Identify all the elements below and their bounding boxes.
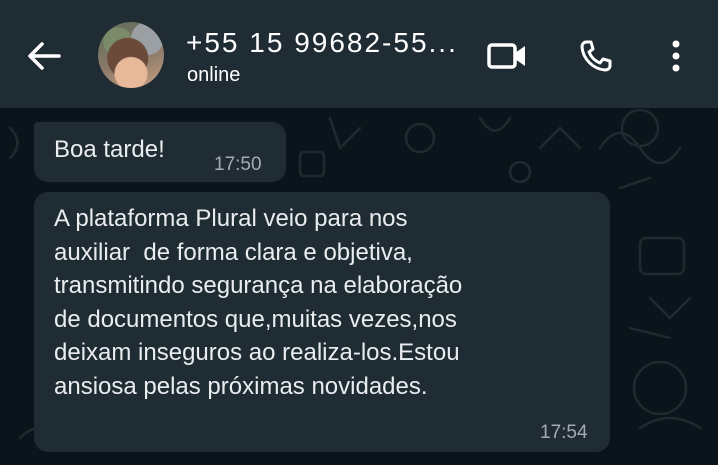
message-text: Boa tarde! [54,136,165,163]
message-bubble[interactable]: Boa tarde! 17:50 [34,122,286,182]
back-button[interactable] [22,34,66,78]
chat-header: +55 15 99682-55... online [0,0,718,108]
arrow-back-icon [28,42,61,70]
contact-avatar[interactable] [98,22,164,88]
contact-status: online [187,64,241,86]
video-call-button[interactable] [485,34,529,78]
more-options-button[interactable] [654,34,698,78]
message-bubble[interactable]: A plataforma Plural veio para nos auxili… [34,192,610,452]
phone-icon [580,40,612,72]
chat-area[interactable]: Boa tarde! 17:50 A plataforma Plural vei… [0,108,718,465]
contact-name[interactable]: +55 15 99682-55... [186,27,454,59]
voice-call-button[interactable] [574,34,618,78]
message-text: A plataforma Plural veio para nos auxili… [54,205,463,400]
video-call-icon [487,43,525,69]
message-timestamp: 17:54 [540,422,588,443]
more-vertical-icon [672,40,680,72]
message-timestamp: 17:50 [214,154,262,175]
